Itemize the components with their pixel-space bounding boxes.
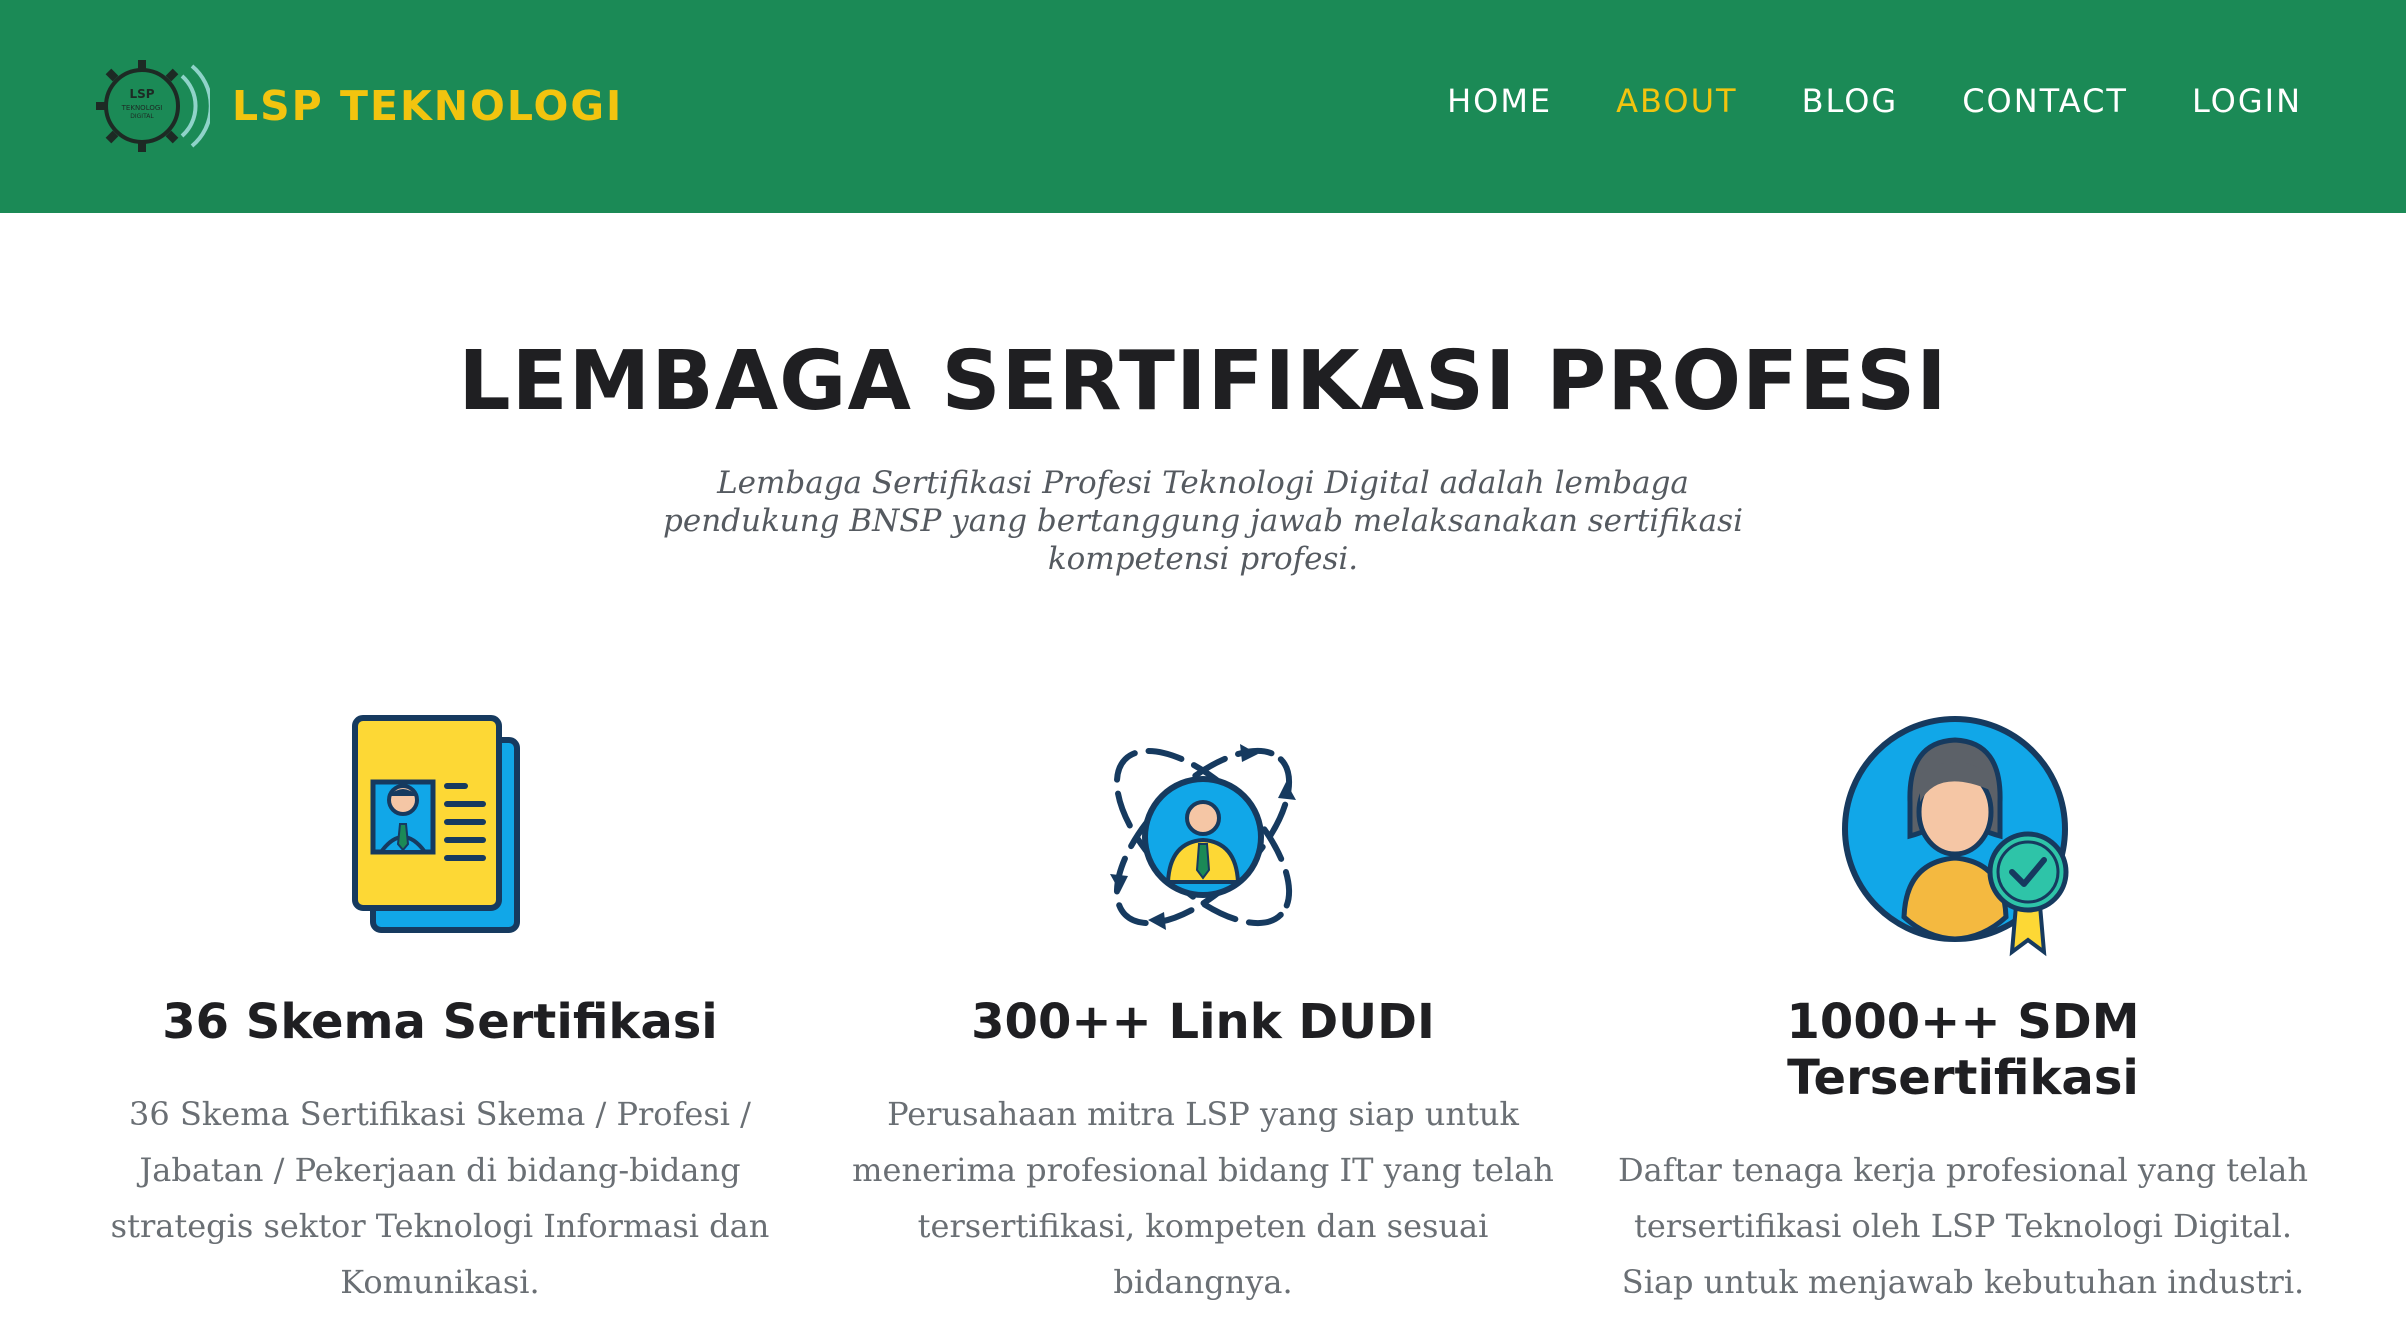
- page-subtitle: Lembaga Sertifikasi Profesi Teknologi Di…: [663, 465, 1743, 577]
- page-title: LEMBAGA SERTIFIKASI PROFESI: [458, 334, 1948, 429]
- feature-title: 300++ Link DUDI: [971, 994, 1435, 1050]
- feature-description: Daftar tenaga kerja profesional yang tel…: [1618, 1151, 2308, 1301]
- feature-title: 36 Skema Sertifikasi: [162, 994, 718, 1050]
- brand[interactable]: LSP TEKNOLOGI DIGITAL LSP TEKNOLOGI: [90, 46, 623, 166]
- nav-contact[interactable]: CONTACT: [1962, 82, 2128, 120]
- network-person-icon: [1110, 744, 1296, 930]
- logo-text-lsp: LSP: [129, 87, 154, 101]
- nav-home[interactable]: HOME: [1447, 82, 1552, 120]
- brand-name: LSP TEKNOLOGI: [232, 82, 624, 130]
- nav-about[interactable]: ABOUT: [1616, 82, 1737, 120]
- logo-text-digital: DIGITAL: [130, 113, 154, 120]
- feature-card-dudi: 300++ Link DUDI Perusahaan mitra LSP yan…: [843, 712, 1563, 1310]
- feature-description: Perusahaan mitra LSP yang siap untuk men…: [852, 1095, 1554, 1301]
- certificate-document-icon: [352, 715, 520, 933]
- nav-login[interactable]: LOGIN: [2192, 82, 2302, 120]
- main-nav: HOME ABOUT BLOG CONTACT LOGIN: [1383, 82, 2302, 120]
- gear-logo-icon: LSP TEKNOLOGI DIGITAL: [96, 60, 210, 152]
- nav-blog[interactable]: BLOG: [1802, 82, 1899, 120]
- feature-card-sdm: 1000++ SDM Tersertifikasi Daftar tenaga …: [1603, 712, 2323, 1310]
- certified-person-icon: [1842, 716, 2069, 957]
- navbar: LSP TEKNOLOGI DIGITAL LSP TEKNOLOGI HOME…: [0, 0, 2406, 213]
- feature-description: 36 Skema Sertifikasi Skema / Profesi / J…: [110, 1095, 770, 1301]
- logo-text-teknologi: TEKNOLOGI: [121, 104, 163, 112]
- feature-card-skema: 36 Skema Sertifikasi 36 Skema Sertifikas…: [80, 712, 800, 1310]
- feature-title: 1000++ SDM Tersertifikasi: [1786, 994, 2140, 1106]
